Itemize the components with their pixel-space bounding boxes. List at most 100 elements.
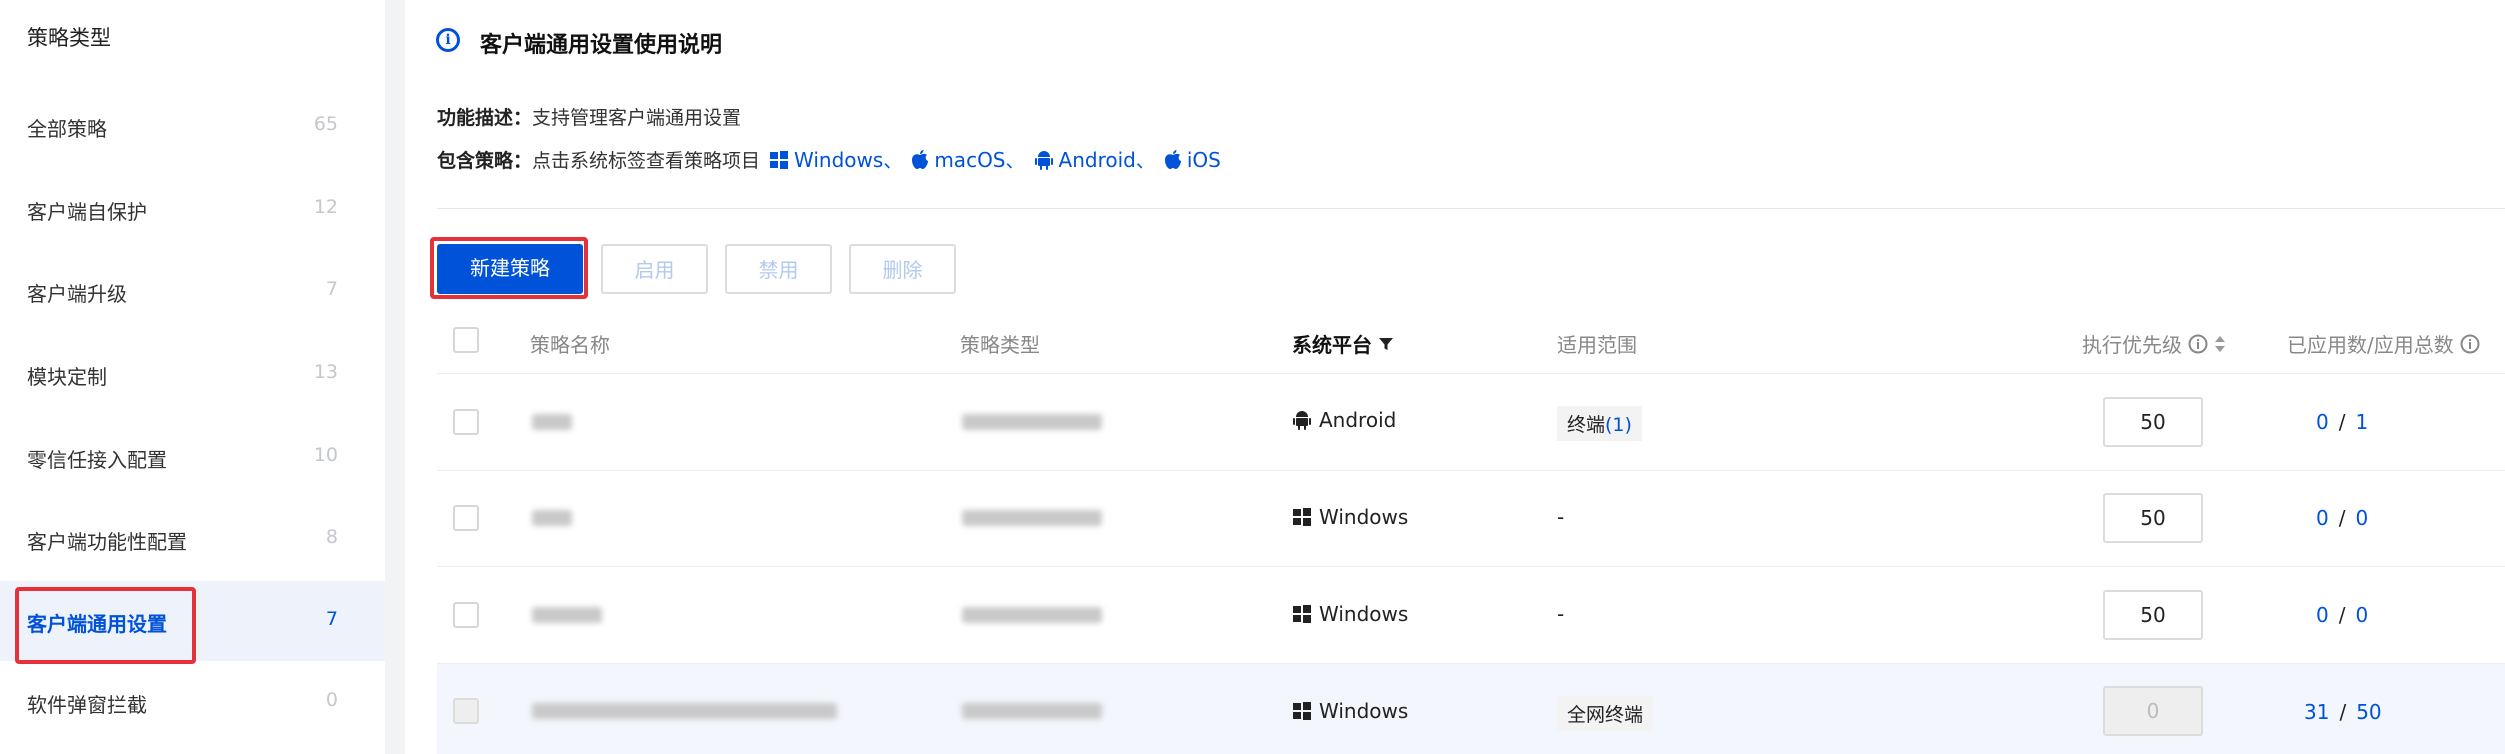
select-all-checkbox[interactable] [453,327,479,353]
column-header-name: 策略名称 [530,333,610,357]
ratio-slash: / [2338,410,2346,434]
row-checkbox[interactable] [453,602,479,628]
row-checkbox[interactable] [453,505,479,531]
windows-icon [1293,605,1311,623]
column-header-applied: 已应用数/应用总数 [2287,329,2480,358]
policy-name-redacted [532,510,572,526]
sidebar-item-count: 13 [313,361,338,383]
priority-input: 0 [2103,686,2203,736]
scope-text: 终端 [1567,414,1606,436]
row-divider [437,566,2505,567]
applied-count-link[interactable]: 0 [2316,410,2329,434]
separator: 、 [883,150,903,172]
platform-link-label: Android [1058,147,1136,172]
row-divider [437,470,2505,471]
section-divider [437,208,2505,209]
policy-label: 包含策略： [437,150,533,172]
delete-button[interactable]: 删除 [849,244,956,294]
policy-name-redacted [532,703,837,719]
sidebar-item-label: 全部策略 [27,117,107,141]
column-header-priority[interactable]: 执行优先级 [2082,329,2226,358]
scope-tag: 全网终端 [1557,696,1654,731]
policy-text: 点击系统标签查看策略项目 [532,150,761,172]
windows-icon [770,150,789,169]
description-text: 支持管理客户端通用设置 [532,107,742,129]
scope-count: (1) [1605,414,1632,436]
platform-link-ios[interactable]: iOS [1164,147,1221,172]
sidebar-item-count: 0 [325,689,338,711]
ratio-slash: / [2338,506,2346,530]
policy-type-redacted [962,607,1102,623]
android-icon [1293,411,1311,430]
applied-count-link[interactable]: 0 [2316,603,2329,627]
feature-description: 功能描述：支持管理客户端通用设置 [437,103,741,130]
sidebar-item-count: 10 [313,444,338,466]
total-count-link[interactable]: 0 [2355,506,2368,530]
sidebar-item-self-protect[interactable]: 客户端自保护 12 [0,169,385,249]
priority-input[interactable]: 50 [2103,397,2203,447]
column-header-platform[interactable]: 系统平台 [1292,329,1394,358]
applied-ratio: 0 / 0 [2316,603,2368,627]
policy-type-redacted [962,703,1102,719]
sidebar-item-label: 软件弹窗拦截 [27,693,147,717]
policy-type-redacted [962,510,1102,526]
sidebar-item-all[interactable]: 全部策略 65 [0,86,385,166]
sidebar-item-label: 客户端功能性配置 [27,530,187,554]
platform-link-label: Windows [794,147,884,172]
platform-link-macos[interactable]: macOS [912,147,1006,172]
windows-icon [1293,702,1311,720]
platform-cell: Android [1293,408,1396,432]
sidebar-item-label: 客户端升级 [27,282,127,306]
applied-ratio: 0 / 1 [2316,410,2368,434]
applied-ratio: 31 / 50 [2304,700,2382,724]
platform-cell: Windows [1293,699,1408,723]
header-divider [437,373,2505,374]
section-title: 客户端通用设置使用说明 [480,33,723,58]
platform-link-windows[interactable]: Windows [770,148,883,172]
column-header-label: 执行优先级 [2082,333,2182,357]
priority-input[interactable]: 50 [2103,590,2203,640]
policy-type-redacted [962,414,1102,430]
disable-button[interactable]: 禁用 [725,244,832,294]
scope-cell: - [1557,505,1565,529]
applied-ratio: 0 / 0 [2316,506,2368,530]
included-policies: 包含策略： 点击系统标签查看策略项目 Windows 、 macOS 、 Andr… [437,146,1221,173]
platform-cell: Windows [1293,602,1408,626]
scope-cell: - [1557,602,1565,626]
apple-icon [1164,150,1181,169]
sidebar-item-zero-trust[interactable]: 零信任接入配置 10 [0,417,385,497]
apple-icon [912,150,929,169]
sidebar-divider [385,0,405,754]
total-count-link[interactable]: 50 [2356,700,2381,724]
platform-link-android[interactable]: Android [1034,147,1136,172]
column-header-label: 系统平台 [1292,333,1372,357]
platform-label: Android [1319,408,1397,432]
separator: 、 [1005,150,1025,172]
sidebar-item-module[interactable]: 模块定制 13 [0,334,385,414]
applied-count-link[interactable]: 0 [2316,506,2329,530]
scope-cell: 终端(1) [1557,406,1642,441]
sidebar-item-label: 客户端自保护 [27,200,147,224]
scope-tag[interactable]: 终端(1) [1557,406,1642,441]
sort-icon[interactable] [2214,335,2226,353]
priority-input[interactable]: 50 [2103,493,2203,543]
filter-icon[interactable] [1378,336,1394,352]
sidebar-item-label: 零信任接入配置 [27,448,167,472]
row-checkbox [453,698,479,724]
policy-name-redacted [532,607,602,623]
row-checkbox[interactable] [453,409,479,435]
total-count-link[interactable]: 1 [2355,410,2368,434]
android-icon [1034,150,1053,170]
platform-label: Windows [1319,602,1409,626]
sidebar-item-label: 模块定制 [27,365,107,389]
sidebar-item-upgrade[interactable]: 客户端升级 7 [0,251,385,331]
sidebar-item-count: 65 [313,113,338,135]
platform-link-label: macOS [934,147,1006,172]
platform-link-label: iOS [1186,147,1221,172]
sidebar-item-function-config[interactable]: 客户端功能性配置 8 [0,499,385,579]
total-count-link[interactable]: 0 [2355,603,2368,627]
applied-count-link[interactable]: 31 [2304,700,2329,724]
sidebar-item-popup-block[interactable]: 软件弹窗拦截 0 [0,662,385,742]
highlight-outline [430,237,588,299]
enable-button[interactable]: 启用 [601,244,708,294]
